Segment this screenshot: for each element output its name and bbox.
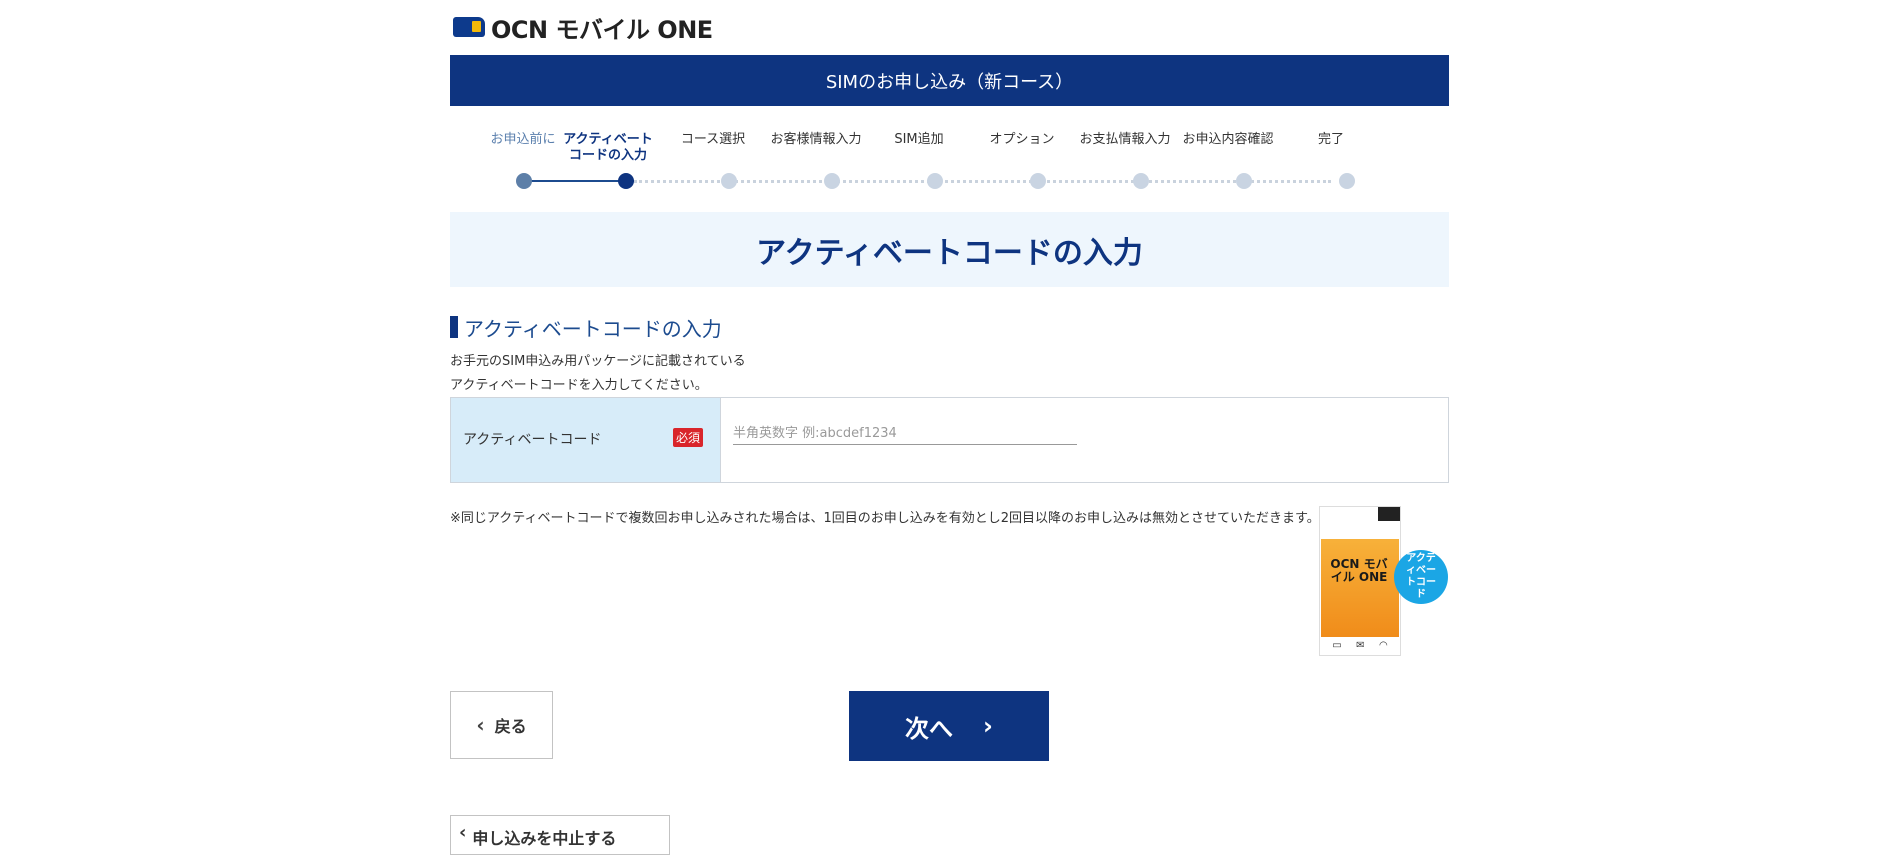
sim-package-image: OCN モバイル ONE ▭ ✉ ◠ (1319, 506, 1401, 656)
activate-code-badge: アクティベートコード (1394, 550, 1448, 604)
activation-code-label: アクティベートコード (463, 432, 602, 448)
page-container: OCN モバイル ONE SIMのお申し込み（新コース） お申込前に アクティベ… (450, 0, 1449, 855)
logo-text: OCN モバイル ONE (491, 15, 713, 44)
duplicate-code-note: ※同じアクティベートコードで複数回お申し込みされた場合は、1回目のお申し込みを有… (450, 511, 1320, 526)
description-line-2: アクティベートコードを入力してください。 (450, 378, 708, 393)
chevron-left-icon: ‹ (459, 822, 467, 843)
chevron-left-icon: ‹ (476, 713, 485, 737)
step-label-course: コース選択 (680, 132, 746, 147)
required-badge: 必須 (673, 428, 704, 447)
page-header-bar: SIMのお申し込み（新コース） (450, 55, 1449, 106)
form-label-cell: アクティベートコード 必須 (451, 398, 721, 482)
step-label-payment: お支払情報入力 (1079, 132, 1171, 147)
back-button[interactable]: ‹ 戻る (450, 691, 553, 759)
section-heading-bar (450, 316, 458, 338)
step-dot-sim-add (927, 173, 943, 189)
activation-code-input[interactable] (733, 422, 1077, 445)
step-label-sim-add: SIM追加 (894, 132, 944, 147)
step-label-options: オプション (989, 132, 1055, 147)
package-product-text: OCN モバイル ONE (1330, 557, 1388, 584)
step-label-complete: 完了 (1317, 132, 1344, 147)
chevron-right-icon: › (983, 712, 993, 740)
progress-track-remaining (634, 180, 1331, 183)
step-dot-activate-code (618, 173, 634, 189)
activate-code-badge-text: アクティベートコード (1406, 553, 1436, 600)
section-description: お手元のSIM申込み用パッケージに記載されている アクティベートコードを入力して… (450, 350, 746, 398)
ocn-mobile-one-logo[interactable]: OCN モバイル ONE (453, 14, 713, 44)
sim-card-icon (453, 17, 485, 37)
page-title-banner: アクティベートコードの入力 (450, 212, 1449, 287)
section-heading: アクティベートコードの入力 (450, 315, 722, 341)
back-button-label: 戻る (494, 717, 527, 736)
cancel-button-label: 申し込みを中止する (472, 829, 617, 848)
step-dot-payment (1133, 173, 1149, 189)
package-feature-icons: ▭ ✉ ◠ (1325, 640, 1395, 651)
step-dot-options (1030, 173, 1046, 189)
section-heading-text: アクティベートコードの入力 (464, 316, 722, 341)
step-dot-before-apply (516, 173, 532, 189)
package-orange-panel (1321, 539, 1399, 637)
wifi-icon: ◠ (1379, 640, 1388, 651)
step-label-confirm: お申込内容確認 (1182, 132, 1274, 147)
step-label-activate-code: アクティベートコードの入力 (563, 132, 653, 163)
form-input-cell (721, 398, 1448, 482)
cancel-application-button[interactable]: ‹ 申し込みを中止する (450, 815, 670, 855)
next-button[interactable]: 次へ › (849, 691, 1049, 761)
page-title: アクティベートコードの入力 (756, 235, 1143, 271)
progress-steps: お申込前に アクティベートコードの入力 コース選択 お客様情報入力 SIM追加 … (450, 128, 1449, 198)
header-title: SIMのお申し込み（新コース） (825, 71, 1074, 93)
step-dot-customer-info (824, 173, 840, 189)
mail-icon: ✉ (1356, 640, 1365, 651)
step-dot-confirm (1236, 173, 1252, 189)
step-dot-complete (1339, 173, 1355, 189)
step-label-customer-info: お客様情報入力 (770, 132, 862, 147)
description-line-1: お手元のSIM申込み用パッケージに記載されている (450, 354, 746, 369)
activation-code-form-row: アクティベートコード 必須 (450, 397, 1449, 483)
laptop-icon: ▭ (1332, 640, 1342, 651)
next-button-label: 次へ (905, 714, 954, 743)
package-corner-label (1378, 507, 1400, 521)
step-dot-course (721, 173, 737, 189)
